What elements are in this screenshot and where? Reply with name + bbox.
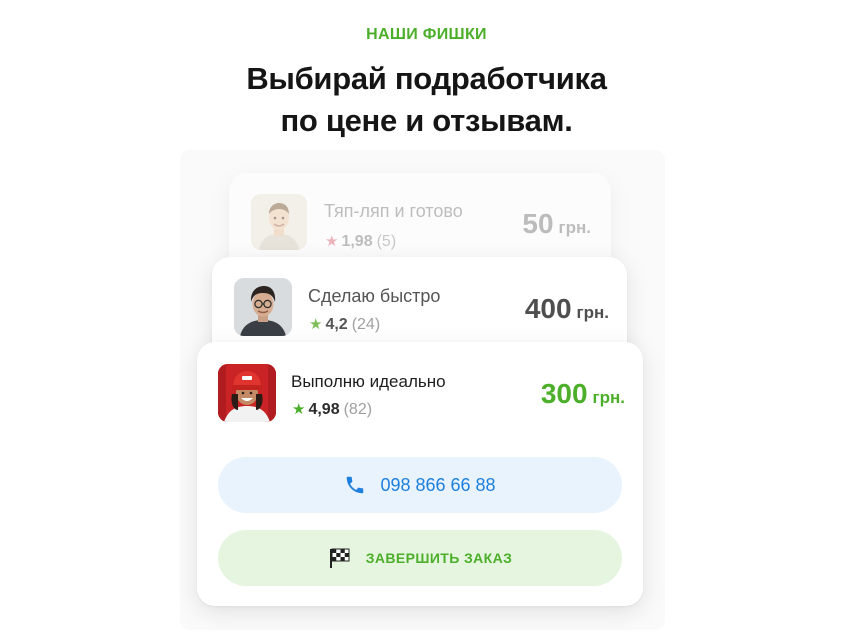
star-icon: ★ bbox=[325, 233, 339, 250]
offer-card-perfect[interactable]: Выполню идеально ★ 4,98 (82) 300 грн. 098 8… bbox=[197, 342, 643, 606]
review-count: (82) bbox=[343, 401, 373, 418]
review-count: (5) bbox=[376, 233, 397, 250]
offer-title: Тяп-ляп и готово bbox=[324, 201, 463, 221]
price-currency: грн. bbox=[592, 388, 625, 407]
rating-score: 1,98 bbox=[341, 233, 373, 250]
call-button[interactable]: 098 866 66 88 bbox=[218, 457, 622, 513]
avatar bbox=[218, 364, 276, 422]
offer-rating: ★ 1,98 (5) bbox=[325, 232, 396, 251]
price-currency: грн. bbox=[558, 218, 591, 237]
section-headline: Выбирай подработчика по цене и отзывам. bbox=[0, 58, 853, 142]
finish-order-button[interactable]: ЗАВЕРШИТЬ ЗАКАЗ bbox=[218, 530, 622, 586]
star-icon: ★ bbox=[309, 316, 323, 333]
price-amount: 400 bbox=[524, 293, 572, 324]
review-count: (24) bbox=[351, 316, 381, 333]
star-icon: ★ bbox=[292, 401, 306, 418]
headline-line-2: по цене и отзывам. bbox=[280, 103, 573, 138]
phone-icon bbox=[344, 474, 366, 496]
price-amount: 50 bbox=[522, 208, 554, 239]
promo-section: НАШИ ФИШКИ Выбирай подработчика по цене … bbox=[0, 0, 853, 640]
offer-rating: ★ 4,2 (24) bbox=[309, 315, 380, 334]
avatar bbox=[234, 278, 292, 336]
avatar bbox=[251, 194, 307, 250]
section-eyebrow: НАШИ ФИШКИ bbox=[366, 26, 487, 43]
offer-title: Выполню идеально bbox=[291, 372, 446, 391]
headline-line-1: Выбирай подработчика bbox=[246, 61, 607, 96]
offer-rating: ★ 4,98 (82) bbox=[292, 400, 372, 419]
rating-score: 4,98 bbox=[308, 401, 340, 418]
price-amount: 300 bbox=[540, 378, 588, 409]
offer-price: 400 грн. bbox=[525, 293, 609, 325]
price-currency: грн. bbox=[576, 303, 609, 322]
rating-score: 4,2 bbox=[325, 316, 348, 333]
offer-price: 50 грн. bbox=[522, 208, 591, 240]
checkered-flag-icon bbox=[328, 547, 352, 569]
phone-number: 098 866 66 88 bbox=[380, 474, 496, 495]
offer-price: 300 грн. bbox=[541, 378, 625, 410]
offer-title: Сделаю быстро bbox=[308, 286, 441, 306]
finish-order-label: ЗАВЕРШИТЬ ЗАКАЗ bbox=[365, 550, 513, 566]
